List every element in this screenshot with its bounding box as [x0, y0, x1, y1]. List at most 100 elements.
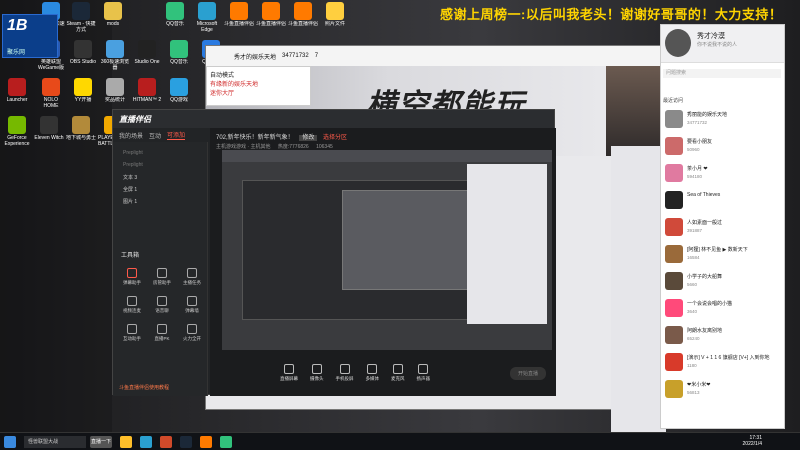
desktop-icon[interactable]: Launcher — [2, 78, 32, 109]
toolbox-item[interactable]: 直播PK — [149, 324, 175, 342]
app-icon — [72, 116, 90, 134]
sources-panel: Preplight Preplight 文本 3 全屏 1 图片 1 工具箱 弹… — [113, 142, 208, 396]
toolbox-item[interactable]: 弹幕墙 — [179, 296, 205, 314]
camera-button[interactable]: 摄像头 — [310, 364, 324, 382]
scene-tabs[interactable]: 我的场景 互动 可添加 — [113, 128, 208, 142]
mode-sub[interactable]: 迷你大厅 — [210, 88, 307, 97]
toolbox-item[interactable]: 语音聊 — [149, 296, 175, 314]
list-item[interactable]: 阿朗水友离别地 65240 — [663, 325, 783, 347]
desktop-icon[interactable]: 照片文件 — [320, 2, 350, 33]
desktop-icon[interactable]: QQ音乐 — [160, 2, 190, 33]
choose-category-button[interactable]: 选择分区 — [323, 135, 347, 141]
douyu-icon[interactable] — [200, 435, 212, 448]
mode-panel[interactable]: 自动模式 有缘新的娱乐天地 迷你大厅 — [206, 66, 311, 106]
list-item[interactable]: [阿狸] 林不见鱼 ▶ 数新天下 16584 — [663, 244, 783, 266]
contacts-panel[interactable]: 秀才冷漠 你不说我不说的人 问题搜索 最近访问 秀丽能的娱乐天地 34771732… — [660, 24, 785, 429]
tab-addable[interactable]: 可添加 — [167, 130, 186, 140]
avatar — [665, 191, 683, 209]
tab-scenes[interactable]: 我的场景 — [119, 131, 143, 140]
list-item[interactable]: 秀丽能的娱乐天地 34771732 — [663, 109, 783, 131]
folder-icon[interactable] — [120, 435, 132, 448]
contact-search-input[interactable]: 问题搜索 — [663, 69, 781, 78]
desktop-icon[interactable]: Steam - 快捷方式 — [66, 2, 96, 33]
desktop-icon[interactable]: OBS Studio — [68, 40, 98, 71]
room-title: 秀才的娱乐天地 — [234, 54, 277, 61]
media-button[interactable]: 多媒体 — [366, 364, 379, 382]
clock-date: 2022/1/4 — [742, 441, 762, 447]
streamer-companion-window[interactable]: 直播伴侣 我的场景 互动 可添加 Preplight Preplight 文本 … — [112, 109, 556, 396]
stream-title: 702,新年快乐！新年新气象！ — [216, 135, 294, 141]
source-item[interactable]: 全屏 1 — [123, 186, 137, 193]
toolbox-item[interactable]: 火力全开 — [179, 324, 205, 342]
music-icon[interactable] — [220, 435, 232, 448]
tool-icon — [187, 268, 197, 278]
microphone-button[interactable]: 麦克风 — [391, 364, 405, 382]
toolbox-item[interactable]: 房管助手 — [149, 268, 175, 286]
list-item[interactable]: 一个会说会唱的小猫 3640 — [663, 298, 783, 320]
preview-area: 702,新年快乐！新年新气象！ 修改 选择分区 主机游戏游戏 · 主机其他 热度… — [210, 128, 556, 396]
windows-start-icon[interactable] — [4, 435, 16, 448]
list-item[interactable]: 要看小朋友 50960 — [663, 136, 783, 158]
toolbox-title: 工具箱 — [121, 253, 140, 259]
list-item[interactable]: Sea of Thieves — [663, 190, 783, 212]
companion-titlebar: 直播伴侣 — [113, 110, 554, 128]
list-item[interactable]: [演示] V + 1 1 6 旗舰店 [V+] 入到你地 1180 — [663, 352, 783, 374]
desktop-icon[interactable]: 地下城与勇士 — [66, 116, 96, 147]
start-live-button[interactable]: 开始直播 — [509, 366, 546, 380]
toolbox-item[interactable]: 互动助手 — [119, 324, 145, 342]
desktop-icon[interactable]: HITMAN™ 2 — [132, 78, 162, 109]
tool-icon — [127, 296, 137, 306]
tab-interact[interactable]: 互动 — [149, 131, 161, 140]
room-id: 34771732 — [282, 53, 309, 59]
desktop-icon[interactable]: NOLO HOME — [36, 78, 66, 109]
desktop-icon[interactable]: YY开播 — [68, 78, 98, 109]
list-item[interactable]: 小学子的大船舞 5660 — [663, 271, 783, 293]
toolbox-item[interactable]: 视频连麦 — [119, 296, 145, 314]
desktop-icon[interactable]: 斗鱼直播伴侣 — [224, 2, 254, 33]
edit-title-button[interactable]: 修改 — [299, 135, 318, 141]
nested-screen-preview — [222, 150, 552, 350]
avatar[interactable] — [665, 29, 691, 57]
source-item[interactable]: 文本 3 — [123, 174, 137, 181]
app-icon — [106, 78, 124, 96]
taskbar: 怪兽联盟大战 直播一下 17:31 2022/1/4 — [0, 432, 800, 450]
source-item[interactable]: 图片 1 — [123, 198, 137, 205]
phone-cast-button[interactable]: 手机投屏 — [336, 364, 354, 382]
list-item[interactable]: 人如素面一般过 391887 — [663, 217, 783, 239]
desktop-icon[interactable]: 斗鱼直播伴侣 — [256, 2, 286, 33]
toolbox-item[interactable]: 弹幕助手 — [119, 268, 145, 286]
contacts-header: 秀才冷漠 你不说我不说的人 — [661, 25, 784, 63]
desktop-icon[interactable]: QQ音乐 — [164, 40, 194, 71]
source-item[interactable]: Preplight — [123, 150, 143, 156]
steam-icon[interactable] — [180, 435, 192, 448]
speaker-button[interactable]: 扬声器 — [417, 364, 430, 382]
desktop-icon[interactable]: GeForce Experience — [2, 116, 32, 147]
tool-icon — [157, 268, 167, 278]
taskbar-pinned-item[interactable]: 直播一下 — [90, 435, 112, 448]
desktop-icon[interactable]: mods — [98, 2, 128, 33]
list-item[interactable]: 茶小月 ❤ 594180 — [663, 163, 783, 185]
desktop-icon[interactable]: Microsoft Edge — [192, 2, 222, 33]
list-item[interactable]: ❤米小米❤ 56813 — [663, 379, 783, 401]
mode-item[interactable]: 有缘新的娱乐天地 — [210, 79, 307, 88]
source-item[interactable]: Preplight — [123, 162, 143, 168]
desktop-icon[interactable]: Studio One — [132, 40, 162, 71]
camera-icon — [311, 364, 322, 374]
user-name: 秀才冷漠 — [697, 33, 725, 40]
screen-capture-button[interactable]: 直播屏幕 — [280, 364, 298, 382]
app-icon — [40, 116, 58, 134]
companion-logo: 直播伴侣 — [119, 114, 151, 124]
app-icon[interactable] — [160, 435, 172, 448]
desktop-icon[interactable]: QQ游戏 — [164, 78, 194, 109]
desktop-icon[interactable]: 360极速浏览器 — [100, 40, 130, 71]
phone-icon — [339, 364, 350, 374]
desktop-icon[interactable]: 斗鱼直播伴侣 — [288, 2, 318, 33]
toolbox-item[interactable]: 主播任务 — [179, 268, 205, 286]
desktop-icon[interactable]: 奖品统计 — [100, 78, 130, 109]
tutorial-link[interactable]: 斗鱼直播伴侣使用教程 — [119, 384, 169, 391]
desktop-icon[interactable]: Eleven Witch — [34, 116, 64, 147]
stream-info: 702,新年快乐！新年新气象！ 修改 选择分区 主机游戏游戏 · 主机其他 热度… — [216, 132, 347, 150]
app-icon — [170, 40, 188, 58]
edge-icon[interactable] — [140, 435, 152, 448]
taskbar-search[interactable]: 怪兽联盟大战 — [24, 435, 86, 448]
